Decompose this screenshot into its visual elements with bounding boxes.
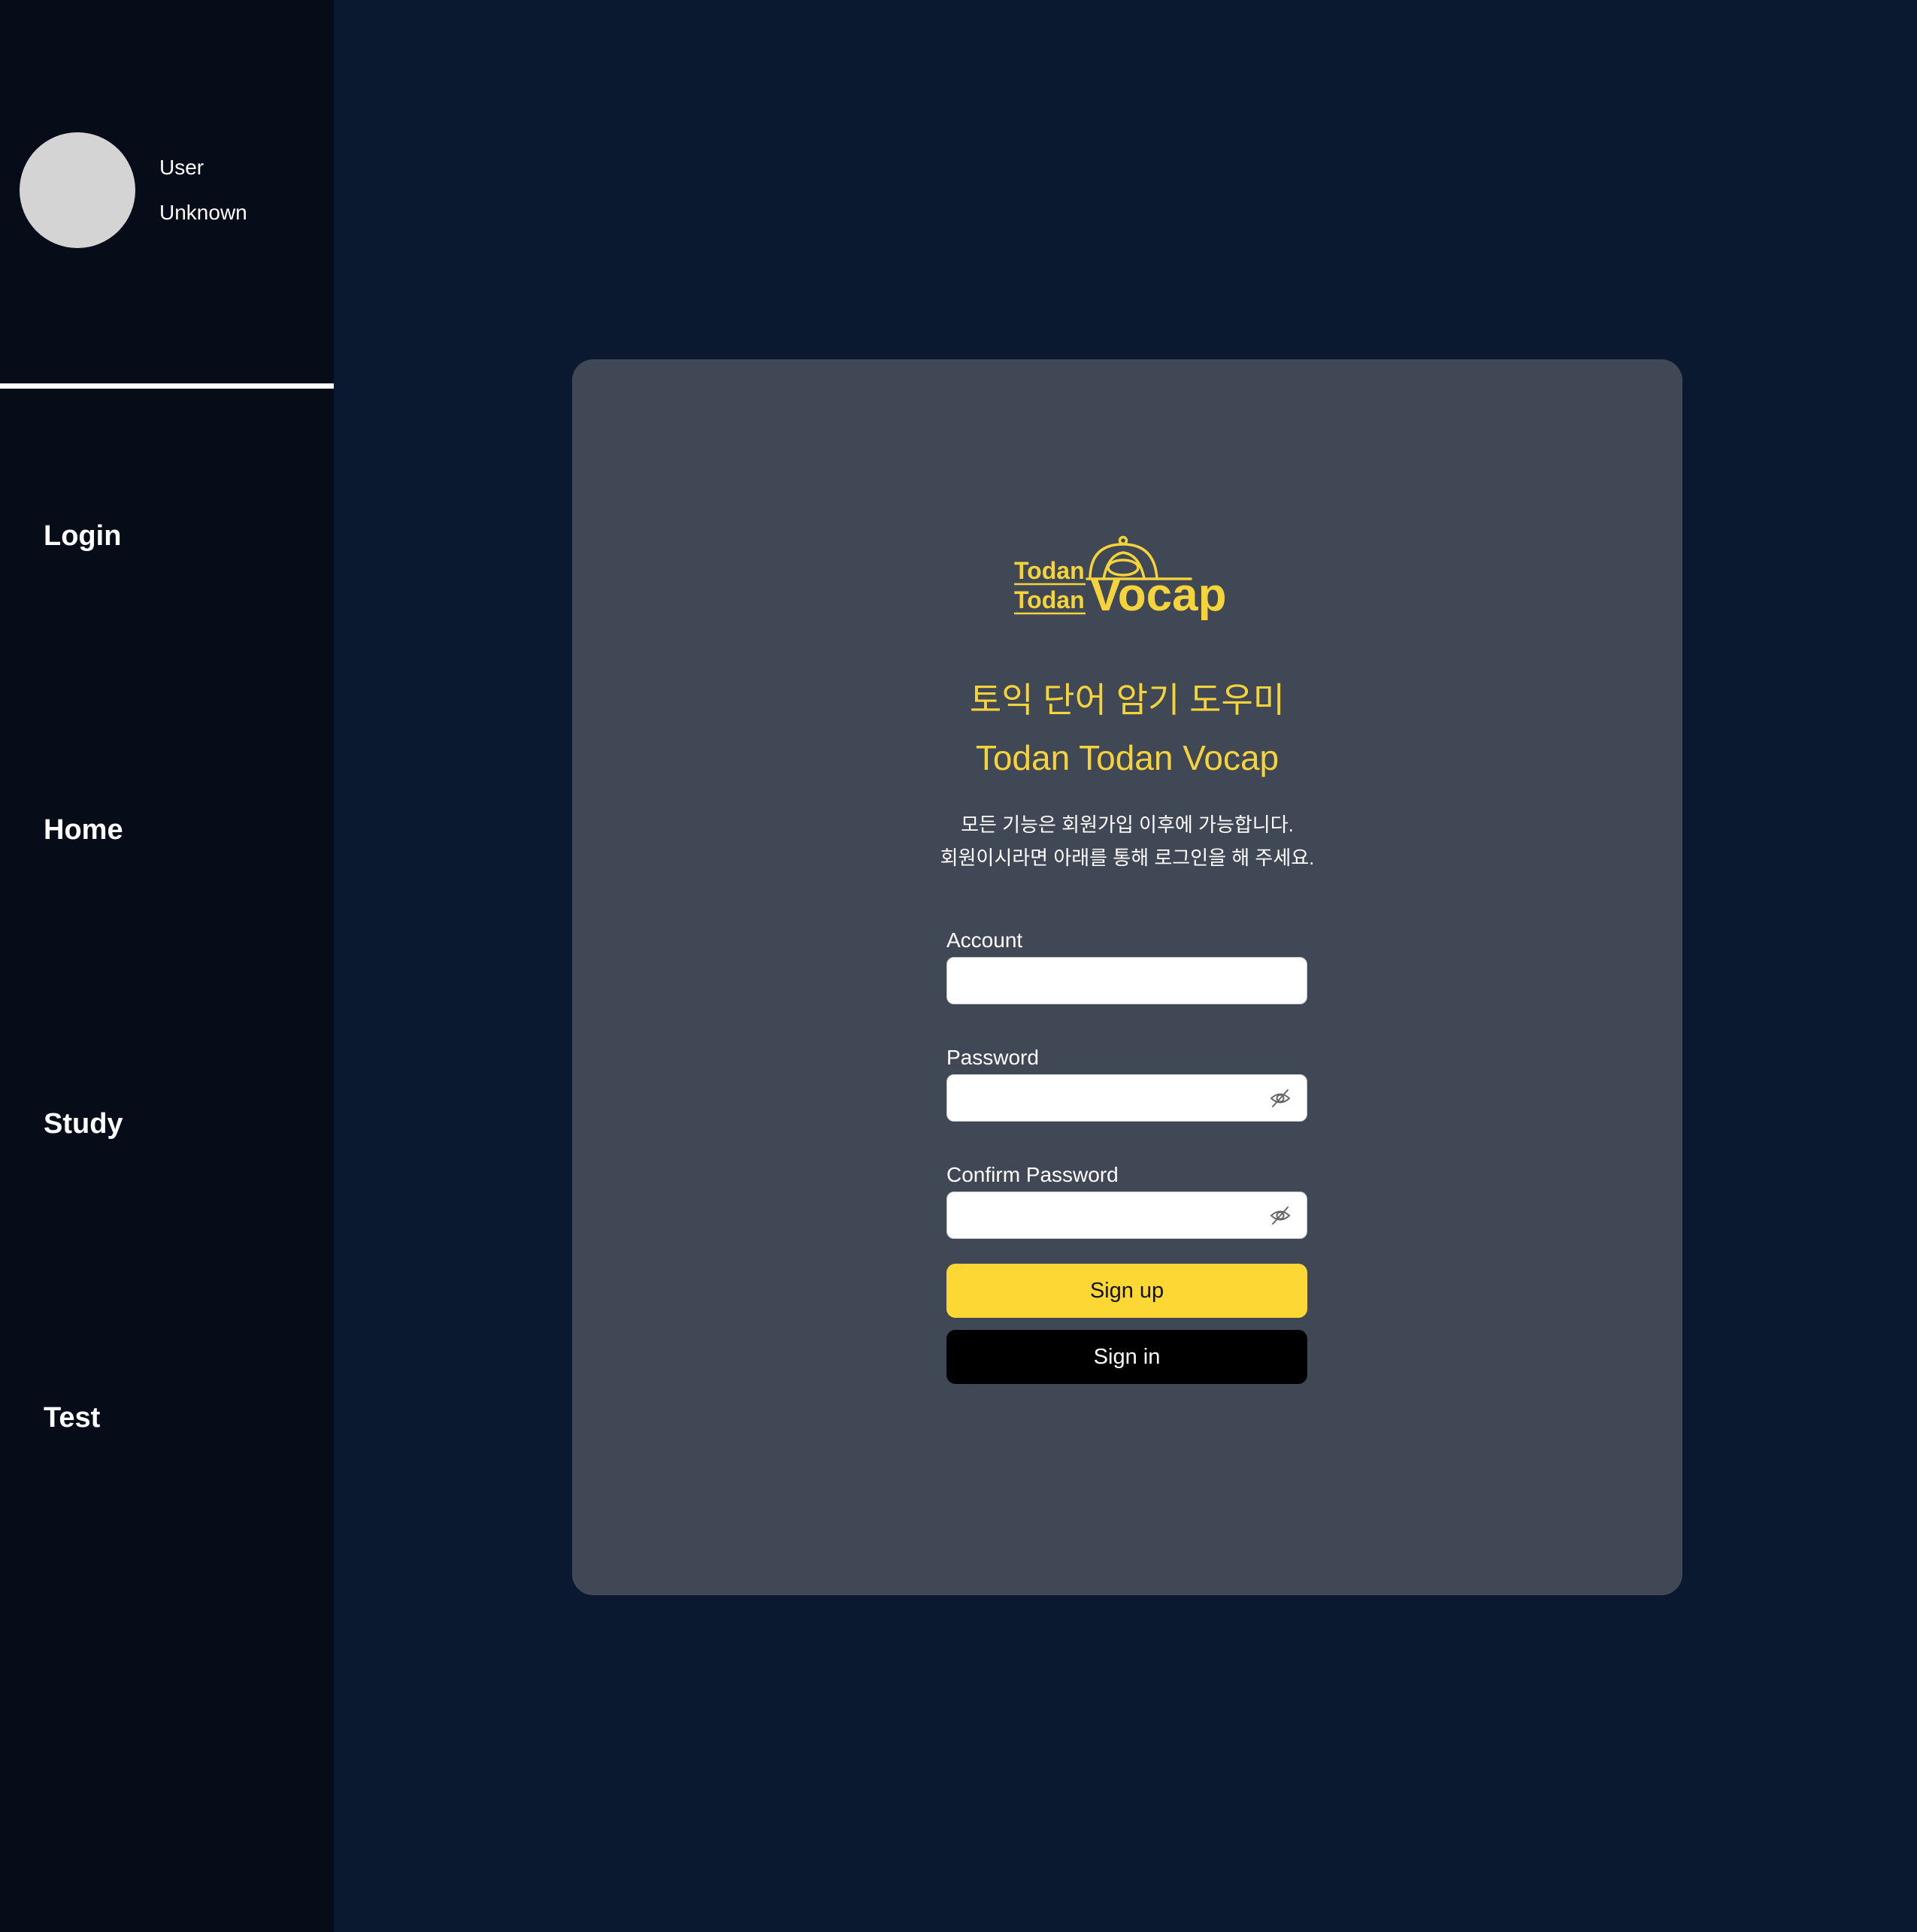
profile-status: Unknown	[159, 201, 247, 224]
logo-word: Vocap	[1090, 569, 1226, 621]
title-english: Todan Todan Vocap	[975, 738, 1280, 777]
sidebar-item-study[interactable]: Study	[44, 1107, 123, 1141]
confirm-password-input[interactable]	[947, 1192, 1307, 1238]
notice-line-2: 회원이시라면 아래를 통해 로그인을 해 주세요.	[940, 846, 1315, 869]
sidebar-item-login[interactable]: Login	[44, 519, 121, 553]
sidebar-item-test[interactable]: Test	[44, 1401, 100, 1435]
sidebar: User Unknown Login Home Study Test	[0, 0, 334, 1932]
profile-divider	[0, 383, 334, 389]
logo-line2: Todan	[1014, 586, 1085, 613]
sign-up-button[interactable]: Sign up	[946, 1264, 1307, 1318]
notice-line-1: 모든 기능은 회원가입 이후에 가능합니다.	[961, 813, 1294, 836]
app-logo: Todan Todan Vocap	[1014, 535, 1226, 621]
password-label: Password	[946, 1046, 1039, 1069]
account-label: Account	[946, 928, 1023, 952]
password-input[interactable]	[947, 1075, 1307, 1121]
password-field-wrap	[946, 1074, 1307, 1122]
eye-off-icon[interactable]	[1269, 1088, 1292, 1109]
account-input[interactable]	[947, 958, 1307, 1004]
confirm-password-field-wrap	[946, 1192, 1307, 1239]
sidebar-item-home[interactable]: Home	[44, 813, 123, 847]
sign-in-button[interactable]: Sign in	[946, 1330, 1307, 1384]
logo-line1: Todan	[1014, 557, 1085, 584]
profile-panel: User Unknown	[0, 0, 334, 383]
confirm-password-label: Confirm Password	[946, 1163, 1119, 1186]
eye-off-icon[interactable]	[1269, 1205, 1292, 1226]
avatar	[20, 132, 135, 248]
title-korean: 토익 단어 암기 도우미	[969, 680, 1286, 719]
profile-name: User	[159, 156, 204, 179]
account-field-wrap	[946, 957, 1307, 1004]
